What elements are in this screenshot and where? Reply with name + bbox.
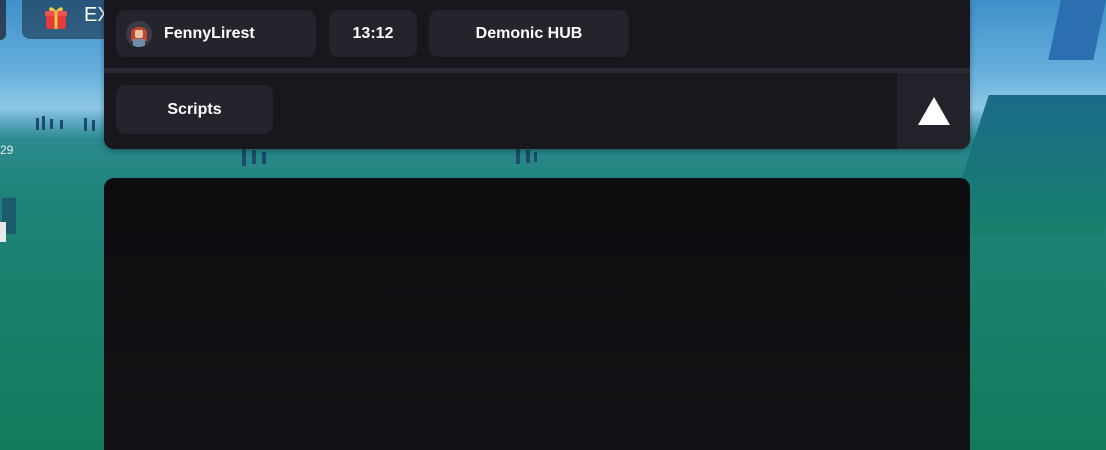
grass-tuft [84, 118, 87, 131]
side-number: 29 [0, 143, 14, 157]
user-chip: FennyLirest [116, 10, 316, 57]
grass-tuft [60, 120, 63, 129]
grass-tuft [242, 148, 246, 166]
scripts-content-panel [104, 178, 970, 450]
grass-tuft [50, 119, 53, 129]
grass-tuft [92, 120, 95, 131]
hub-header-panel: FennyLirest 13:12 Demonic HUB Scripts [104, 0, 970, 149]
collapse-button[interactable] [897, 73, 970, 149]
grass-tuft [36, 118, 39, 130]
character-leg [0, 222, 6, 242]
username-label: FennyLirest [164, 24, 255, 42]
gift-icon[interactable] [44, 4, 68, 30]
grass-tuft [534, 152, 537, 162]
grass-tuft [262, 152, 266, 164]
sky-block [1048, 0, 1106, 60]
hub-title: Demonic HUB [475, 24, 583, 42]
avatar [126, 20, 152, 47]
tab-scripts-label: Scripts [167, 100, 222, 118]
time-chip: 13:12 [329, 10, 417, 57]
tab-scripts[interactable]: Scripts [116, 85, 273, 134]
hub-title-chip: Demonic HUB [429, 10, 629, 57]
grass-tuft [526, 150, 530, 163]
grass-tuft [516, 148, 520, 164]
divider [104, 68, 970, 73]
edge-bar [0, 0, 6, 40]
grass-tuft [252, 150, 256, 164]
time-label: 13:12 [352, 24, 394, 42]
grass-tuft [42, 116, 45, 130]
triangle-up-icon [917, 97, 950, 125]
